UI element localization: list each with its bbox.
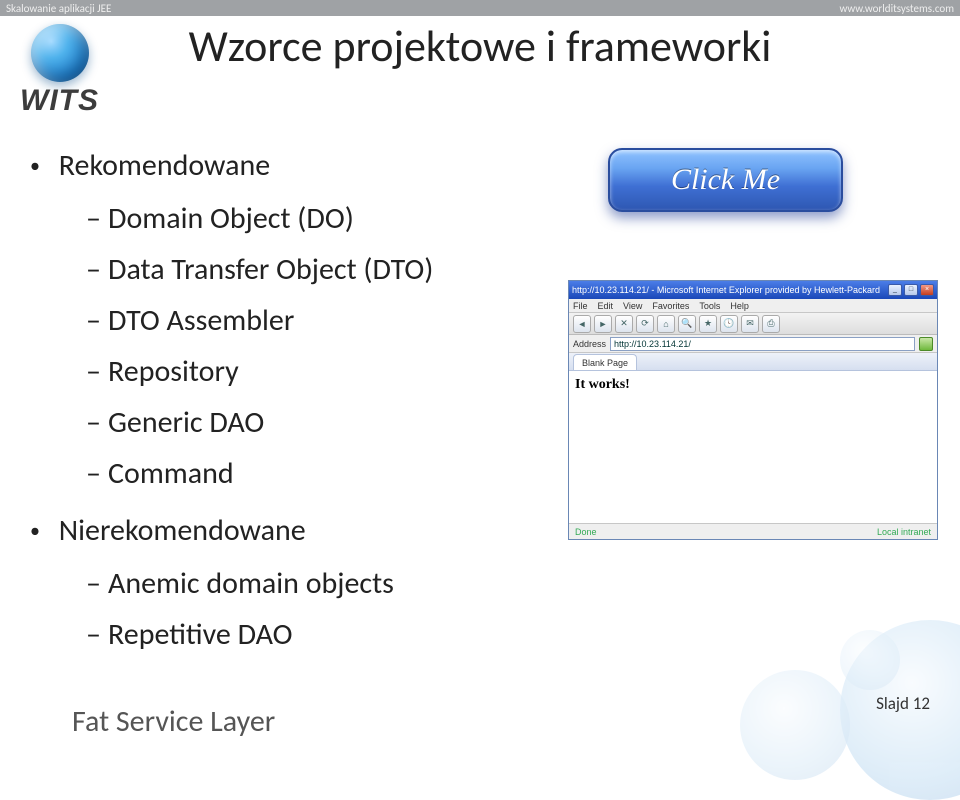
menu-item[interactable]: Help [730, 301, 749, 311]
refresh-icon[interactable]: ⟳ [636, 315, 654, 333]
search-icon[interactable]: 🔍 [678, 315, 696, 333]
menu-item[interactable]: Tools [699, 301, 720, 311]
browser-titlebar: http://10.23.114.21/ - Microsoft Interne… [569, 281, 937, 299]
cutoff-text: Fat Service Layer [72, 703, 275, 740]
favorites-icon[interactable]: ★ [699, 315, 717, 333]
slide-title: Wzorce projektowe i frameworki [0, 20, 960, 73]
menu-item[interactable]: View [623, 301, 642, 311]
slide-footer: Slajd 12 [876, 693, 930, 714]
header-right: www.worlditsystems.com [839, 2, 954, 15]
stop-icon[interactable]: ✕ [615, 315, 633, 333]
browser-tabbar: Blank Page [569, 353, 937, 371]
browser-window: http://10.23.114.21/ - Microsoft Interne… [568, 280, 938, 540]
page-text: It works! [575, 377, 630, 392]
browser-tab[interactable]: Blank Page [573, 354, 637, 370]
browser-toolbar: ◄ ► ✕ ⟳ ⌂ 🔍 ★ 🕓 ✉ ⎙ [569, 313, 937, 335]
browser-title: http://10.23.114.21/ - Microsoft Interne… [572, 285, 880, 295]
bullet-nierekomendowane: Nierekomendowane Anemic domain objects R… [30, 505, 530, 660]
maximize-icon[interactable]: □ [904, 284, 918, 296]
menu-item[interactable]: File [573, 301, 588, 311]
sub-item: Data Transfer Object (DTO) [86, 244, 530, 295]
address-label: Address [573, 339, 606, 349]
logo-text: WITS [20, 88, 99, 114]
sub-item: Domain Object (DO) [86, 193, 530, 244]
sub-item: DTO Assembler [86, 295, 530, 346]
browser-statusbar: Done Local intranet [569, 523, 937, 539]
mail-icon[interactable]: ✉ [741, 315, 759, 333]
bullet-label: Rekomendowane [59, 147, 270, 184]
bullet-label: Nierekomendowane [59, 512, 306, 549]
window-controls: _ □ × [888, 284, 934, 296]
status-right: Local intranet [877, 527, 931, 537]
sub-item: Command [86, 448, 530, 499]
home-icon[interactable]: ⌂ [657, 315, 675, 333]
address-value: http://10.23.114.21/ [614, 339, 691, 349]
forward-icon[interactable]: ► [594, 315, 612, 333]
go-icon[interactable] [919, 337, 933, 351]
status-left: Done [575, 527, 597, 537]
clickme-label: Click Me [671, 163, 780, 197]
sub-item: Anemic domain objects [86, 558, 530, 609]
browser-addressbar: Address http://10.23.114.21/ [569, 335, 937, 353]
minimize-icon[interactable]: _ [888, 284, 902, 296]
menu-item[interactable]: Favorites [652, 301, 689, 311]
clickme-button[interactable]: Click Me [608, 148, 843, 212]
header-left: Skalowanie aplikacji JEE [6, 2, 111, 15]
close-icon[interactable]: × [920, 284, 934, 296]
browser-page: It works! [569, 371, 937, 501]
content-list: Rekomendowane Domain Object (DO) Data Tr… [30, 140, 530, 666]
sub-item: Repository [86, 346, 530, 397]
print-icon[interactable]: ⎙ [762, 315, 780, 333]
sub-item: Repetitive DAO [86, 609, 530, 660]
back-icon[interactable]: ◄ [573, 315, 591, 333]
sub-item: Generic DAO [86, 397, 530, 448]
header-bar: Skalowanie aplikacji JEE www.worlditsyst… [0, 0, 960, 16]
browser-menubar: File Edit View Favorites Tools Help [569, 299, 937, 313]
menu-item[interactable]: Edit [598, 301, 614, 311]
bullet-rekomendowane: Rekomendowane Domain Object (DO) Data Tr… [30, 140, 530, 499]
history-icon[interactable]: 🕓 [720, 315, 738, 333]
address-input[interactable]: http://10.23.114.21/ [610, 337, 915, 351]
